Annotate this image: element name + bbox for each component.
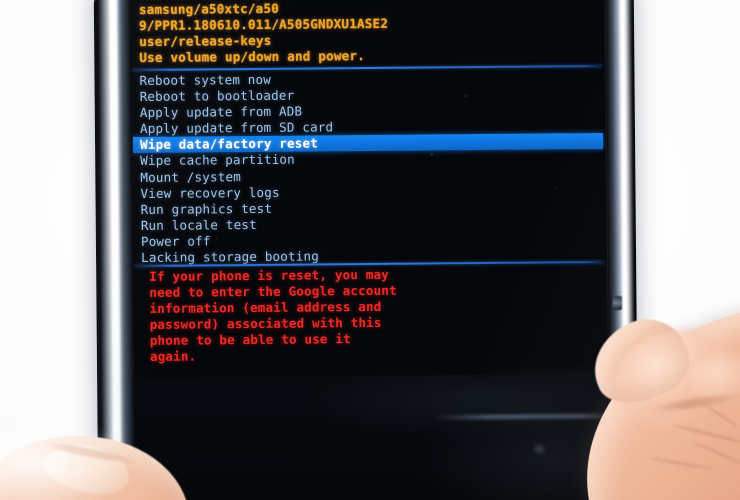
screenshot-scene: Android Recovery samsung/a50xtc/a50 9/PP… bbox=[0, 0, 740, 500]
warning-line-6: again. bbox=[149, 348, 197, 365]
screen-speck bbox=[215, 237, 218, 240]
left-hand-highlight bbox=[0, 424, 130, 500]
recovery-screen: Android Recovery samsung/a50xtc/a50 9/PP… bbox=[128, 0, 611, 500]
factory-reset-warning: If your phone is reset, you may need to … bbox=[137, 265, 578, 365]
screen-speck bbox=[555, 187, 558, 190]
screen-speck bbox=[430, 153, 434, 156]
phone-side-button[interactable] bbox=[613, 296, 622, 310]
recovery-header: Android Recovery samsung/a50xtc/a50 9/PP… bbox=[135, 0, 604, 66]
screen-reflection-dot bbox=[534, 445, 544, 453]
header-instruction-line: Use volume up/down and power. bbox=[139, 48, 366, 66]
screen-speck bbox=[464, 95, 467, 98]
recovery-menu: Reboot system now Reboot to bootloader A… bbox=[133, 69, 605, 266]
screen-lower-dark-area bbox=[134, 373, 609, 500]
